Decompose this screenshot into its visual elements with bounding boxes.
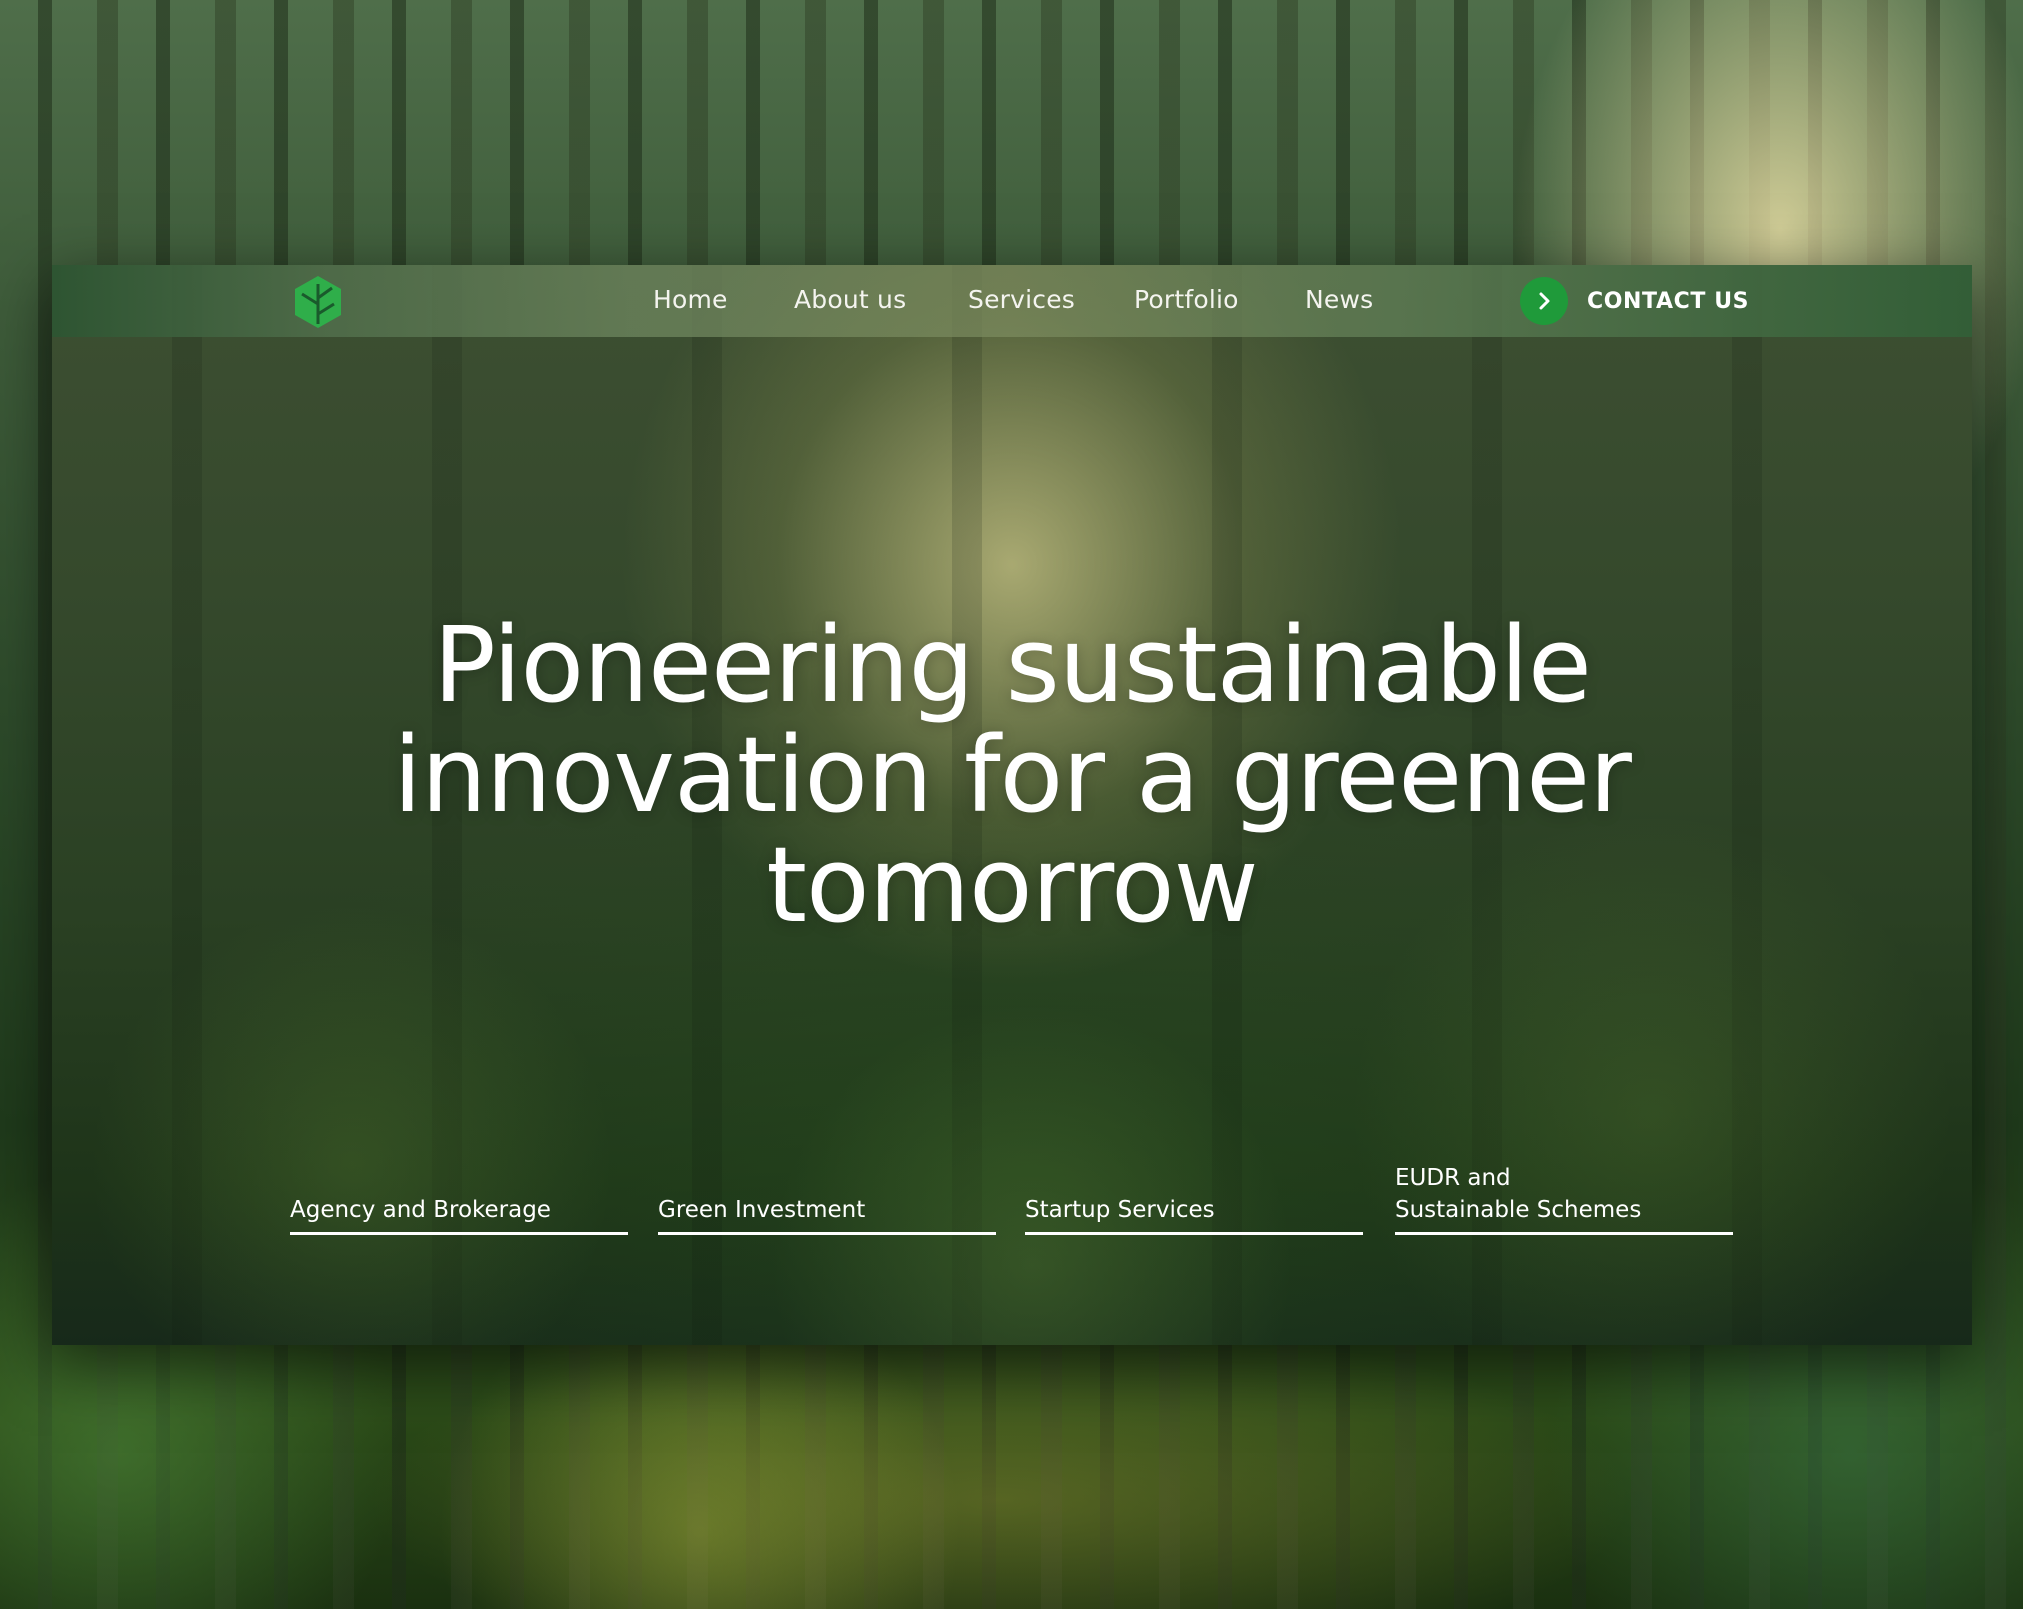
service-link-eudr-sustainable-schemes[interactable]: EUDR and Sustainable Schemes bbox=[1395, 1162, 1733, 1235]
service-links: Agency and Brokerage Green Investment St… bbox=[290, 1165, 1733, 1235]
nav-link-home[interactable]: Home bbox=[653, 285, 728, 314]
service-link-agency-brokerage[interactable]: Agency and Brokerage bbox=[290, 1194, 628, 1235]
service-link-startup-services[interactable]: Startup Services bbox=[1025, 1194, 1363, 1235]
service-link-green-investment[interactable]: Green Investment bbox=[658, 1194, 996, 1235]
website-frame: Home About us Services Portfolio News CO… bbox=[52, 265, 1972, 1345]
nav-link-news[interactable]: News bbox=[1305, 285, 1373, 314]
contact-us-label: CONTACT US bbox=[1587, 288, 1750, 314]
service-label: EUDR and Sustainable Schemes bbox=[1395, 1165, 1642, 1223]
chevron-right-icon bbox=[1520, 277, 1568, 325]
nav-link-services[interactable]: Services bbox=[968, 285, 1075, 314]
top-navigation-bar: Home About us Services Portfolio News CO… bbox=[52, 265, 1972, 337]
service-label: Startup Services bbox=[1025, 1197, 1215, 1223]
hero-headline: Pioneering sustainable innovation for a … bbox=[393, 604, 1632, 946]
nav-link-about-us[interactable]: About us bbox=[794, 285, 906, 314]
contact-us-button[interactable]: CONTACT US bbox=[1520, 277, 1749, 325]
service-label: Agency and Brokerage bbox=[290, 1197, 551, 1223]
nav-link-portfolio[interactable]: Portfolio bbox=[1134, 285, 1239, 314]
service-label: Green Investment bbox=[658, 1197, 866, 1223]
